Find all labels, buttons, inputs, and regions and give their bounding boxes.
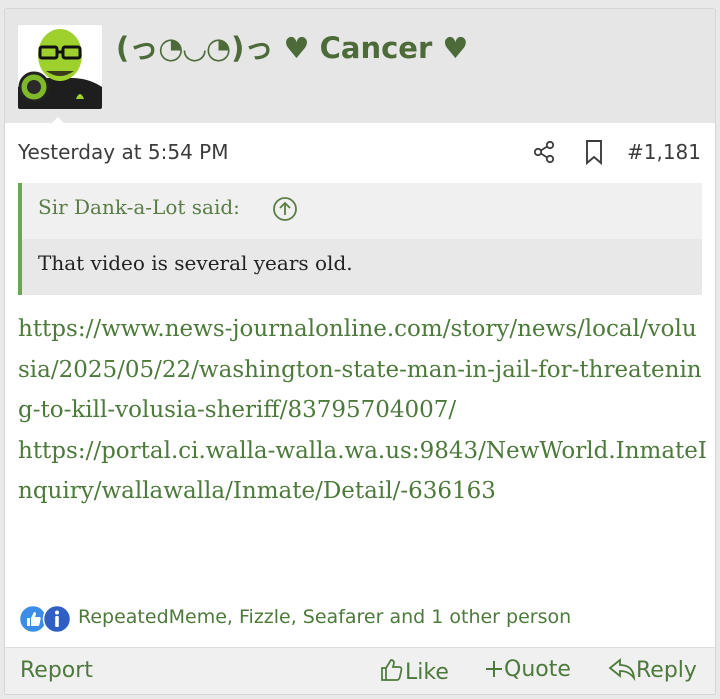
quote-block: Sir Dank-a-Lot said: That video is sever… (18, 183, 702, 295)
reply-arrow-icon (608, 658, 636, 682)
inmate-detail-link[interactable]: https://portal.ci.walla-walla.wa.us:9843… (18, 431, 708, 512)
quote-button[interactable]: Quote (484, 657, 571, 682)
like-label: Like (405, 660, 449, 685)
quote-text: That video is several years old. (38, 251, 353, 275)
quote-author[interactable]: Sir Dank-a-Lot said: (38, 195, 240, 219)
report-button[interactable]: Report (20, 658, 93, 683)
post-content: https://www.news-journalonline.com/story… (18, 309, 708, 512)
post-footer: Report Like Quote Reply (5, 647, 715, 694)
plus-icon (486, 661, 502, 677)
quote-body: That video is several years old. (22, 239, 702, 295)
post-header: (っ◔◡◔)っ ♥ Cancer ♥ (5, 9, 715, 125)
quote-header: Sir Dank-a-Lot said: (22, 183, 702, 239)
avatar-pointer (50, 117, 66, 125)
news-article-link[interactable]: https://www.news-journalonline.com/story… (18, 309, 708, 431)
message-post: (っ◔◡◔)っ ♥ Cancer ♥ Yesterday at 5:54 PM … (4, 8, 716, 695)
like-button[interactable]: Like (379, 657, 449, 685)
quote-label: Quote (504, 657, 571, 682)
reply-button[interactable]: Reply (608, 657, 697, 683)
arrow-up-circle-icon[interactable] (272, 196, 298, 222)
reaction-icons[interactable] (18, 604, 74, 634)
username[interactable]: (っ◔◡◔)っ ♥ Cancer ♥ (116, 25, 468, 67)
thumbs-up-icon (381, 659, 403, 681)
reaction-users[interactable]: RepeatedMeme, Fizzle, Seafarer and 1 oth… (78, 606, 571, 628)
post-timestamp[interactable]: Yesterday at 5:54 PM (18, 140, 229, 164)
avatar[interactable] (18, 25, 102, 109)
post-number[interactable]: #1,181 (627, 140, 701, 164)
bookmark-icon[interactable] (582, 139, 606, 166)
share-icon[interactable] (531, 139, 557, 165)
reply-label: Reply (636, 658, 697, 683)
